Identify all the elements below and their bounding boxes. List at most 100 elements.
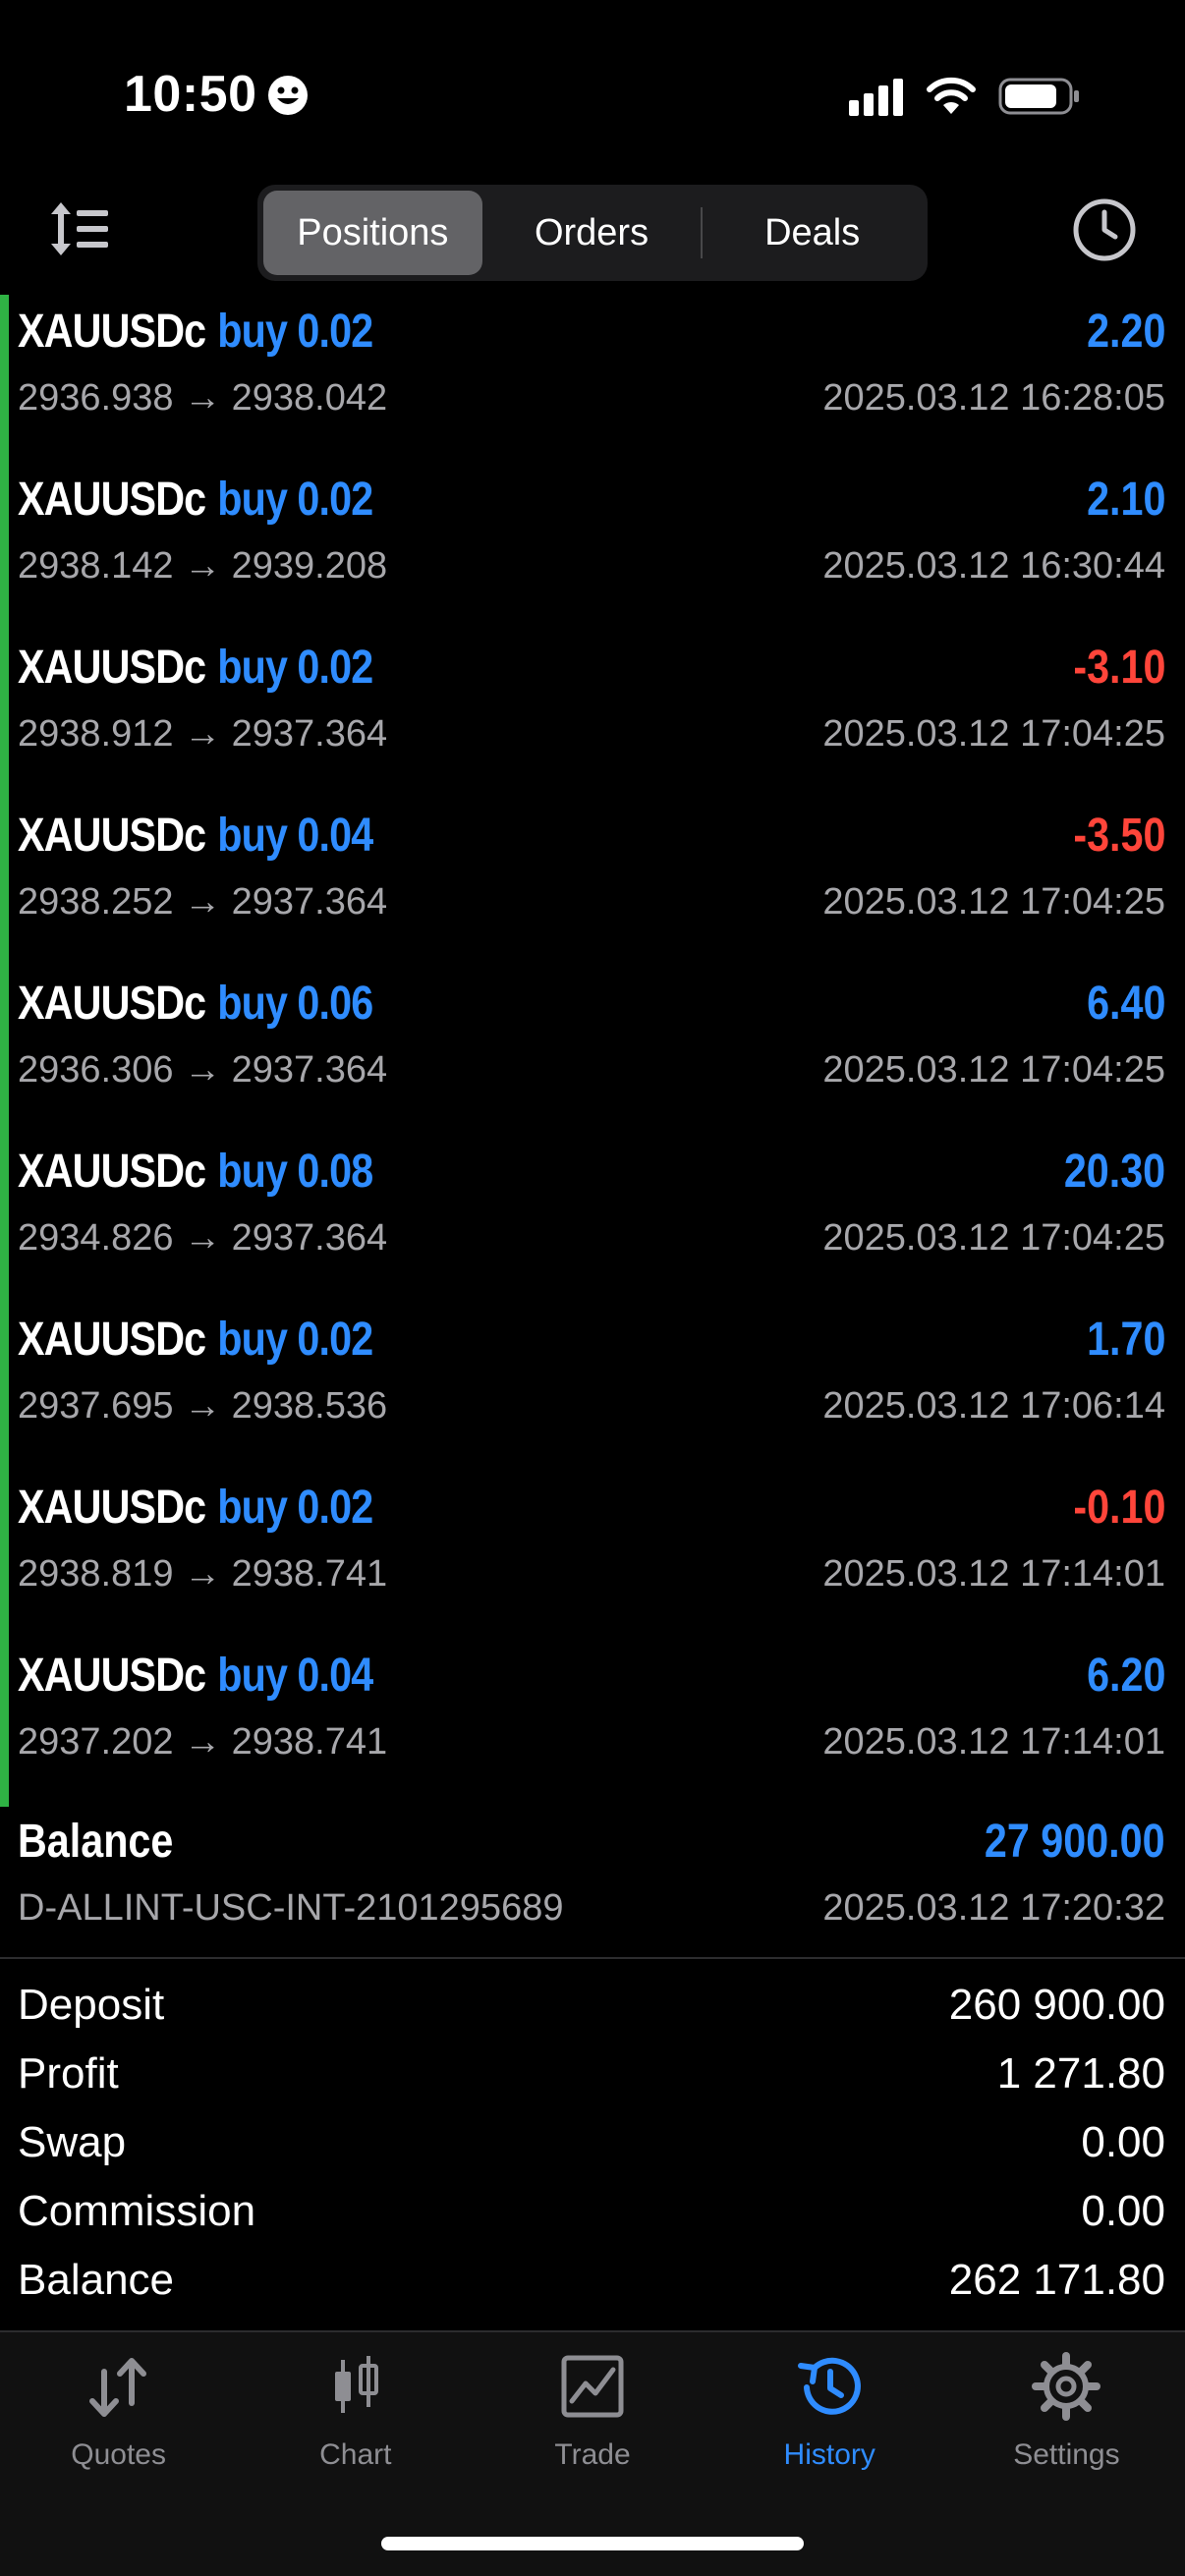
- close-price: 2937.364: [231, 881, 388, 923]
- smiley-face-icon: [268, 76, 308, 115]
- list-item[interactable]: XAUUSDc buy 0.02 -3.10 2938.912 → 2937.3…: [0, 631, 1185, 799]
- list-item[interactable]: XAUUSDc buy 0.02 -0.10 2938.819 → 2938.7…: [0, 1471, 1185, 1639]
- price-range: 2934.826 → 2937.364: [18, 1217, 387, 1260]
- direction: buy: [217, 306, 288, 358]
- symbol: XAUUSDc: [18, 474, 206, 526]
- wifi-icon: [927, 77, 976, 114]
- tab-label: Quotes: [71, 2438, 166, 2471]
- symbol: XAUUSDc: [18, 1482, 206, 1534]
- price-range: 2937.695 → 2938.536: [18, 1385, 387, 1428]
- symbol: XAUUSDc: [18, 1146, 206, 1198]
- symbol: XAUUSDc: [18, 978, 206, 1030]
- segment-orders[interactable]: Orders: [482, 191, 702, 275]
- summary-swap: Swap 0.00: [0, 2110, 1185, 2179]
- direction: buy: [217, 1482, 288, 1534]
- datetime: 2025.03.12 17:04:25: [822, 1049, 1165, 1091]
- open-price: 2938.142: [18, 545, 174, 587]
- list-item[interactable]: XAUUSDc buy 0.02 2.20 2936.938 → 2938.04…: [0, 295, 1185, 463]
- trade-chart-icon: [561, 2355, 624, 2418]
- clock-icon[interactable]: [1071, 196, 1138, 263]
- close-price: 2938.536: [231, 1385, 388, 1427]
- profit: 1.70: [1086, 1314, 1165, 1366]
- tab-quotes[interactable]: Quotes: [0, 2332, 237, 2576]
- open-price: 2934.826: [18, 1217, 174, 1259]
- segmented-control: Positions Orders Deals: [257, 185, 928, 281]
- sort-icon[interactable]: [47, 196, 112, 261]
- closed-marker: [0, 1135, 9, 1303]
- volume: 0.02: [297, 306, 373, 358]
- gear-icon: [1032, 2352, 1101, 2421]
- balance-entry-amount: 27 900.00: [985, 1816, 1165, 1868]
- direction: buy: [217, 474, 288, 526]
- open-price: 2938.819: [18, 1553, 174, 1595]
- segment-deals[interactable]: Deals: [703, 191, 922, 275]
- cellular-signal-icon: [849, 79, 903, 116]
- arrow: →: [184, 1553, 222, 1595]
- direction: buy: [217, 642, 288, 694]
- summary-balance: Balance 262 171.80: [0, 2248, 1185, 2317]
- profit: 2.20: [1086, 306, 1165, 358]
- home-indicator[interactable]: [381, 2537, 804, 2550]
- closed-marker: [0, 463, 9, 631]
- divider: [0, 1957, 1185, 1959]
- volume: 0.04: [297, 1650, 373, 1702]
- closed-marker: [0, 631, 9, 799]
- summary-label: Profit: [18, 2049, 119, 2098]
- profit: 6.20: [1086, 1650, 1165, 1702]
- arrow: →: [184, 881, 222, 923]
- open-price: 2938.912: [18, 713, 174, 755]
- close-price: 2937.364: [231, 1049, 388, 1091]
- closed-marker: [0, 1471, 9, 1639]
- arrow: →: [184, 377, 222, 419]
- balance-entry[interactable]: Balance 27 900.00 D-ALLINT-USC-INT-21012…: [0, 1807, 1185, 1956]
- price-range: 2938.912 → 2937.364: [18, 713, 387, 756]
- profit: -3.50: [1072, 810, 1165, 862]
- summary-value: 262 171.80: [948, 2256, 1165, 2304]
- price-range: 2937.202 → 2938.741: [18, 1721, 387, 1764]
- position-title: XAUUSDc buy 0.08: [18, 1145, 373, 1207]
- direction: buy: [217, 1314, 288, 1366]
- close-price: 2938.741: [231, 1553, 388, 1595]
- price-range: 2938.252 → 2937.364: [18, 881, 387, 924]
- direction: buy: [217, 1650, 288, 1702]
- tab-settings[interactable]: Settings: [948, 2332, 1185, 2576]
- list-item[interactable]: XAUUSDc buy 0.06 6.40 2936.306 → 2937.36…: [0, 967, 1185, 1135]
- direction: buy: [217, 810, 288, 862]
- close-price: 2939.208: [231, 545, 388, 587]
- arrow: →: [184, 713, 222, 755]
- list-item[interactable]: XAUUSDc buy 0.04 6.20 2937.202 → 2938.74…: [0, 1639, 1185, 1807]
- list-item[interactable]: XAUUSDc buy 0.02 2.10 2938.142 → 2939.20…: [0, 463, 1185, 631]
- summary-value: 260 900.00: [948, 1981, 1165, 2029]
- tab-label: Trade: [554, 2438, 631, 2471]
- arrow: →: [184, 1385, 222, 1427]
- price-range: 2936.938 → 2938.042: [18, 377, 387, 420]
- profit: 20.30: [1063, 1146, 1165, 1198]
- datetime: 2025.03.12 16:30:44: [822, 545, 1165, 587]
- list-item[interactable]: XAUUSDc buy 0.02 1.70 2937.695 → 2938.53…: [0, 1303, 1185, 1471]
- position-title: XAUUSDc buy 0.04: [18, 809, 373, 871]
- segment-positions[interactable]: Positions: [263, 191, 482, 275]
- price-range: 2936.306 → 2937.364: [18, 1049, 387, 1092]
- summary-value: 0.00: [1081, 2187, 1165, 2235]
- symbol: XAUUSDc: [18, 1650, 206, 1702]
- closed-marker: [0, 967, 9, 1135]
- datetime: 2025.03.12 17:04:25: [822, 881, 1165, 923]
- summary-commission: Commission 0.00: [0, 2179, 1185, 2248]
- tab-label: History: [783, 2438, 875, 2471]
- tab-label: Settings: [1013, 2438, 1120, 2471]
- list-item[interactable]: XAUUSDc buy 0.08 20.30 2934.826 → 2937.3…: [0, 1135, 1185, 1303]
- history-clock-icon: [798, 2357, 862, 2415]
- position-title: XAUUSDc buy 0.02: [18, 1313, 373, 1375]
- volume: 0.08: [297, 1146, 373, 1198]
- open-price: 2937.695: [18, 1385, 174, 1427]
- list-item[interactable]: XAUUSDc buy 0.04 -3.50 2938.252 → 2937.3…: [0, 799, 1185, 967]
- direction: buy: [217, 1146, 288, 1198]
- close-price: 2938.042: [231, 377, 388, 419]
- position-title: XAUUSDc buy 0.06: [18, 977, 373, 1039]
- closed-marker: [0, 295, 9, 463]
- volume: 0.02: [297, 1482, 373, 1534]
- position-title: XAUUSDc buy 0.04: [18, 1649, 373, 1711]
- close-price: 2938.741: [231, 1721, 388, 1763]
- summary-label: Swap: [18, 2118, 127, 2166]
- symbol: XAUUSDc: [18, 810, 206, 862]
